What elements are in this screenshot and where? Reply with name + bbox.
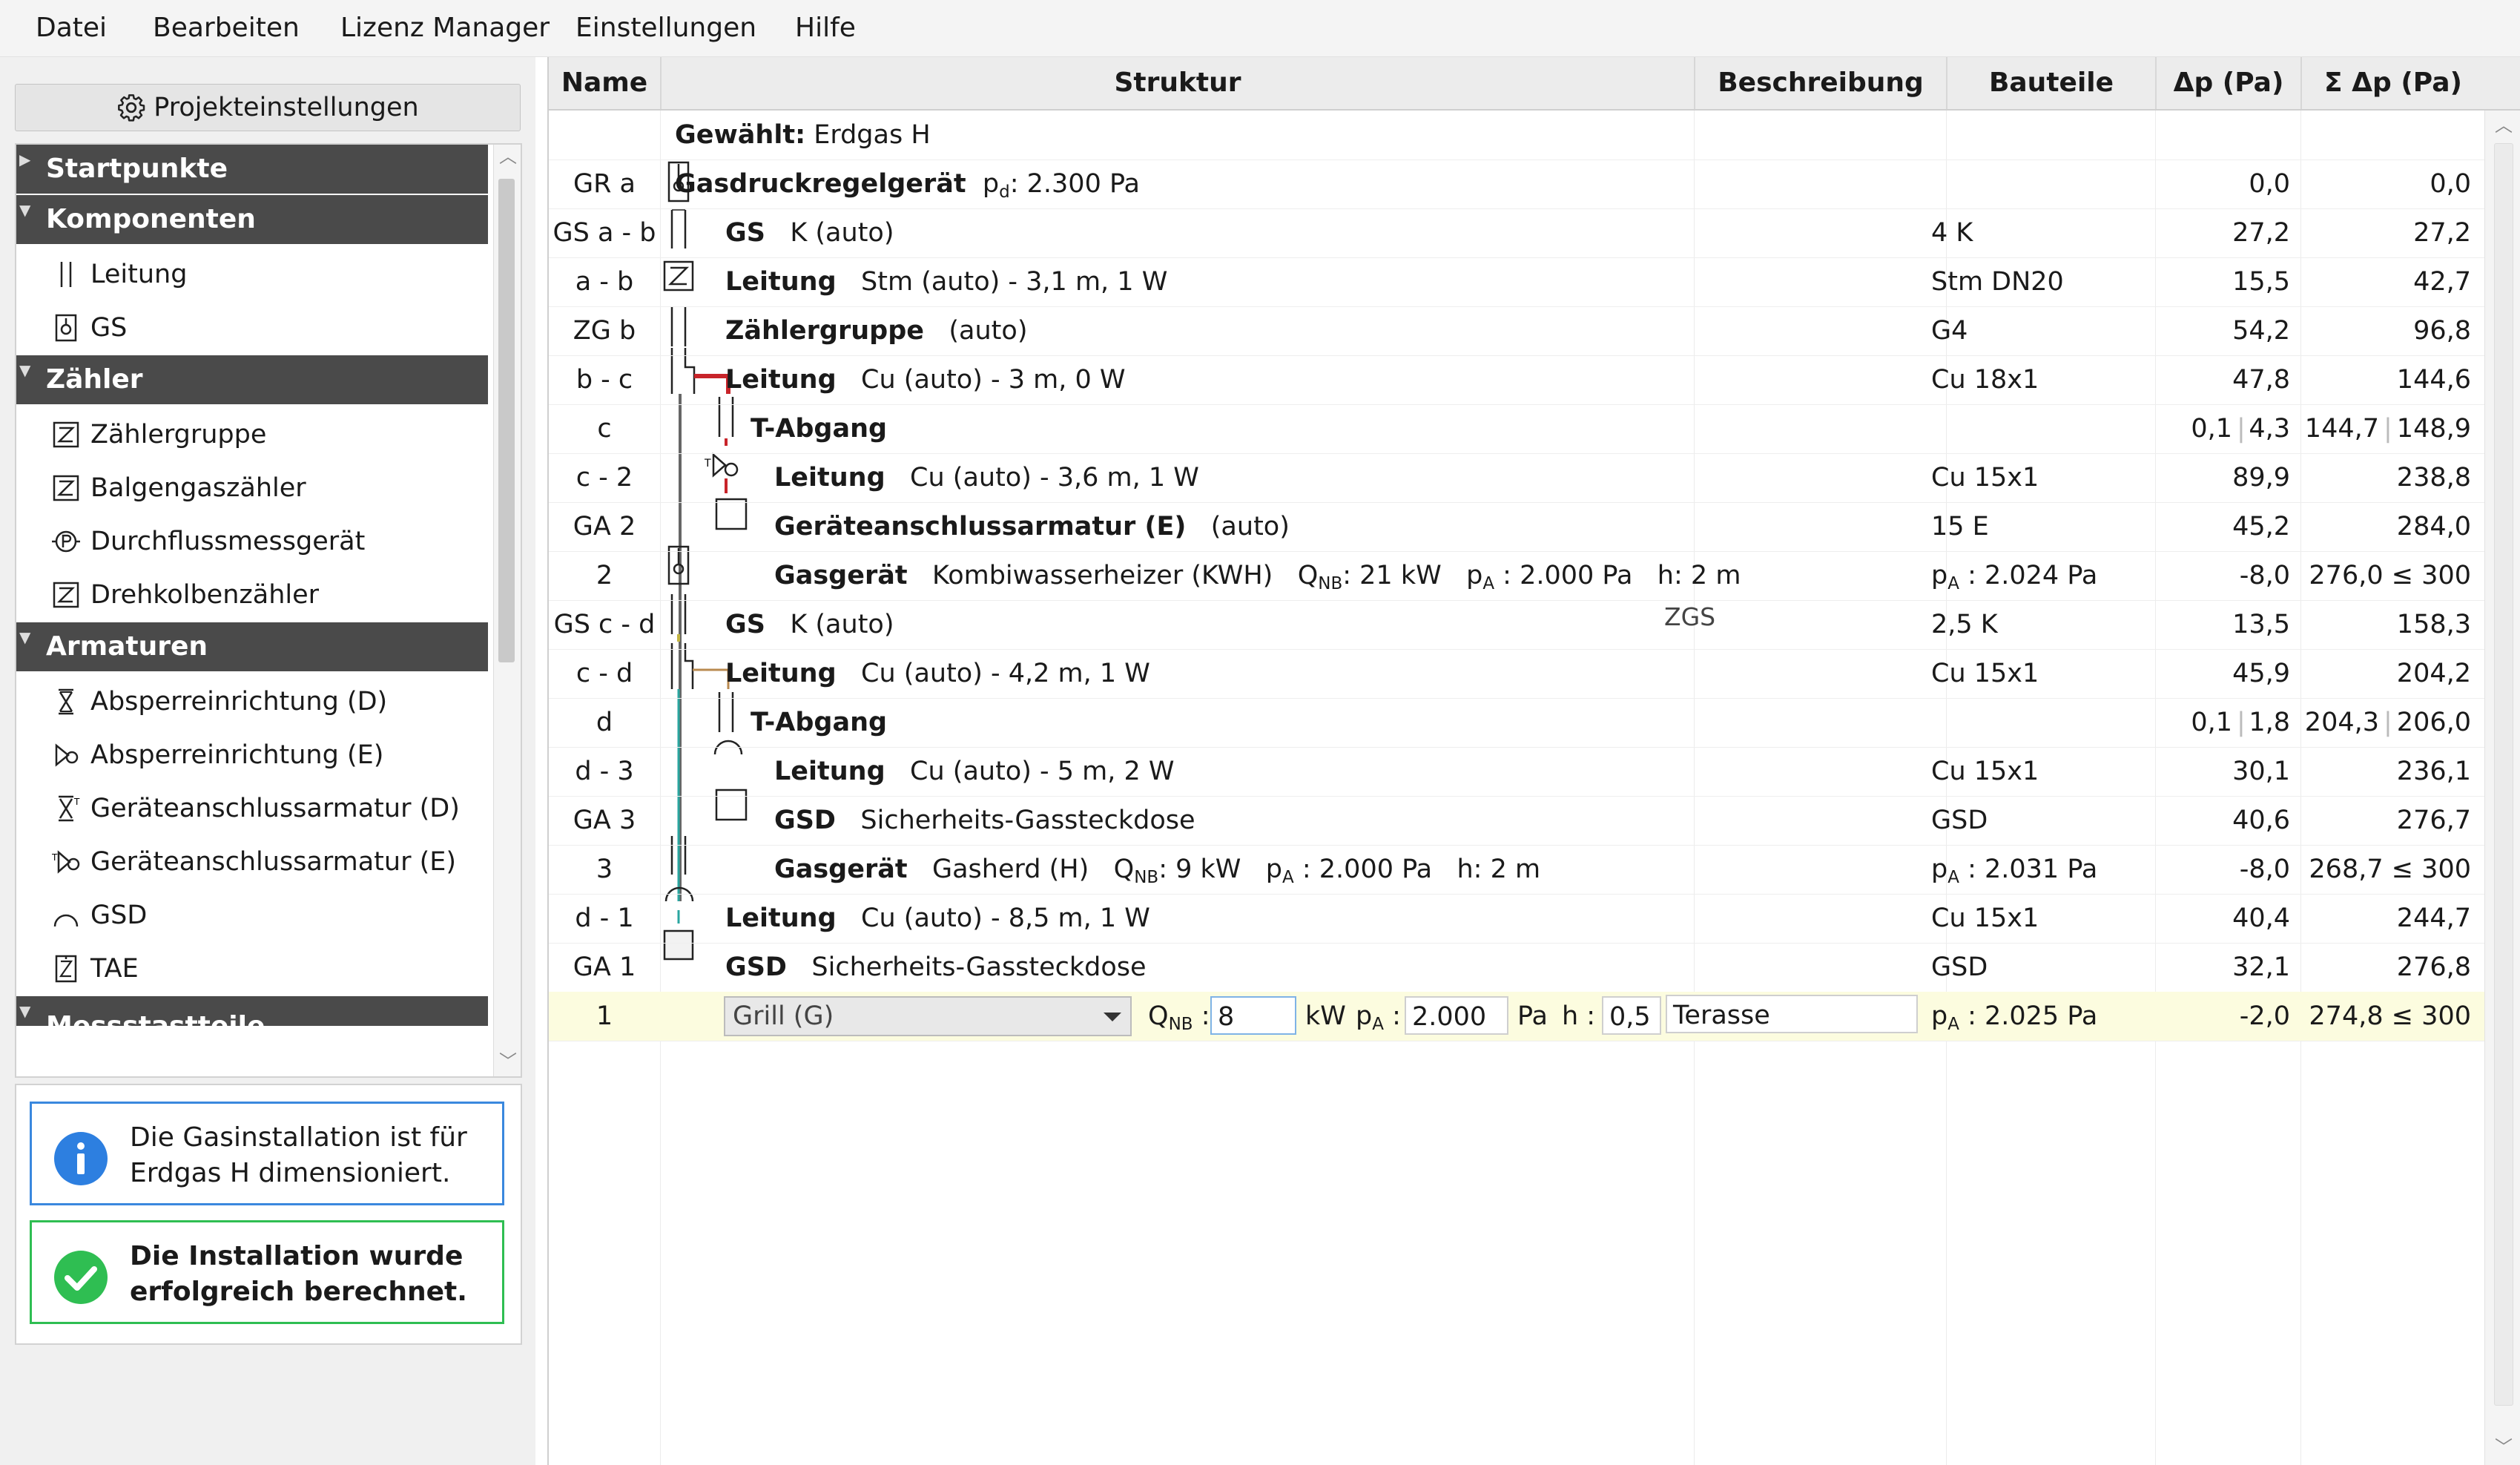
table-scrollbar[interactable]: ︿ ﹀	[2484, 111, 2520, 1465]
chevron-down-icon	[1104, 1013, 1121, 1021]
table-row[interactable]: c - d Leitung Cu (auto) - 4,2 m, 1 W Cu …	[549, 649, 2484, 699]
menu-hilfe[interactable]: Hilfe	[795, 12, 856, 45]
table-row[interactable]: 3 Gasgerät Gasherd (H) QNB: 9 kW pA : 2.…	[549, 845, 2484, 895]
palette-item-gs[interactable]: GS	[16, 302, 488, 354]
valve-straight-icon: T	[59, 795, 80, 822]
project-settings-label: Projekteinstellungen	[154, 93, 419, 122]
meter-z-icon	[53, 582, 79, 608]
description-zgs: ZGS	[1664, 602, 1716, 631]
pipe-icon	[60, 262, 72, 287]
svg-text:T: T	[52, 852, 58, 863]
palette-item-durchflussmessgeraet[interactable]: Durchflussmessgerät	[16, 516, 488, 567]
meter-z-icon	[53, 421, 79, 448]
menu-datei[interactable]: Datei	[36, 12, 107, 45]
table-header: Name Struktur Beschreibung Bauteile Δp (…	[549, 57, 2520, 111]
header-dp[interactable]: Δp (Pa)	[2157, 57, 2302, 109]
table-row[interactable]: GR a Gasdruckregelgerät pd: 2.300 Pa 0,0…	[549, 159, 2484, 209]
success-message-line-1: Die Installation wurde	[130, 1241, 464, 1271]
collapse-triangle-icon: ▼	[19, 201, 31, 219]
calculation-table: Name Struktur Beschreibung Bauteile Δp (…	[547, 57, 2520, 1465]
header-sum-dp[interactable]: Σ Δp (Pa)	[2302, 57, 2484, 109]
palette-item-absperreinrichtung-e[interactable]: Absperreinrichtung (E)	[16, 729, 488, 781]
category-armaturen[interactable]: ▼ Armaturen	[16, 622, 488, 671]
info-message-line-2: Erdgas H dimensioniert.	[130, 1158, 451, 1188]
table-row[interactable]: ZG b Zählergruppe (auto) G4 54,2 96,8	[549, 306, 2484, 356]
table-row[interactable]: d - 1 Leitung Cu (auto) - 8,5 m, 1 W Cu …	[549, 894, 2484, 944]
category-zaehler[interactable]: ▼ Zähler	[16, 355, 488, 404]
table-row[interactable]: GA 1 GSD Sicherheits-Gassteckdose GSD 32…	[549, 943, 2484, 992]
table-row[interactable]: d T-Abgang 0,1 | 1,8 204,3 | 206,0	[549, 698, 2484, 748]
header-bauteile[interactable]: Bauteile	[1947, 57, 2157, 109]
header-struktur[interactable]: Struktur	[662, 57, 1695, 109]
palette-item-tae[interactable]: TAE	[16, 943, 488, 995]
project-settings-button[interactable]: Projekteinstellungen	[15, 84, 521, 131]
tae-icon	[55, 955, 77, 983]
menu-lizenz-manager[interactable]: Lizenz Manager	[340, 12, 550, 45]
table-row[interactable]: GS a - b GS K (auto) 4 K 27,2 27,2	[549, 208, 2484, 258]
info-message: Die Gasinstallation ist für Erdgas H dim…	[30, 1102, 504, 1205]
scroll-up-arrow-icon[interactable]: ︿	[499, 148, 517, 165]
info-message-line-1: Die Gasinstallation ist für	[130, 1122, 467, 1153]
table-row[interactable]: GS c - d GS K (auto) ZGS 2,5 K 13,5 158,…	[549, 600, 2484, 650]
valve-angle-icon: T	[52, 850, 80, 874]
scrollbar-thumb[interactable]	[498, 179, 515, 662]
table-body: T Gewählt: Erdgas H GR a Gasdruckregelge…	[549, 111, 2484, 1465]
valve-angle-icon	[55, 743, 79, 767]
palette-item-geraeteanschlussarmatur-e[interactable]: T Geräteanschlussarmatur (E)	[16, 836, 488, 888]
sidebar: Projekteinstellungen ▶ Startpunkte ▼ Kom…	[0, 57, 535, 1465]
collapse-triangle-icon: ▼	[19, 361, 31, 379]
gas-flow-stop-icon	[55, 314, 77, 342]
expand-triangle-icon: ▶	[19, 151, 31, 168]
info-icon	[54, 1132, 108, 1185]
palette-item-absperreinrichtung-d[interactable]: Absperreinrichtung (D)	[16, 676, 488, 728]
qnb-input[interactable]: 8	[1210, 996, 1296, 1035]
height-input[interactable]: 0,5	[1602, 996, 1661, 1035]
table-row[interactable]: GA 3 GSD Sicherheits-Gassteckdose GSD 40…	[549, 796, 2484, 846]
header-name[interactable]: Name	[549, 57, 662, 109]
scroll-down-arrow-icon[interactable]: ﹀	[499, 1053, 517, 1070]
menu-bearbeiten[interactable]: Bearbeiten	[153, 12, 300, 45]
palette-item-zaehlergruppe[interactable]: Zählergruppe	[16, 409, 488, 461]
palette-item-leitung[interactable]: Leitung	[16, 248, 488, 300]
success-message: Die Installation wurde erfolgreich berec…	[30, 1220, 504, 1324]
table-row[interactable]: a - b Leitung Stm (auto) - 3,1 m, 1 W St…	[549, 257, 2484, 307]
scroll-up-arrow-icon[interactable]: ︿	[2495, 116, 2513, 134]
collapse-triangle-icon: ▼	[19, 1002, 31, 1020]
flowmeter-p-icon	[52, 530, 80, 553]
table-row[interactable]: d - 3 Leitung Cu (auto) - 5 m, 2 W Cu 15…	[549, 747, 2484, 797]
svg-text:T: T	[73, 797, 80, 807]
component-palette: ▶ Startpunkte ▼ Komponenten Leitung GS ▼…	[15, 143, 522, 1078]
palette-item-drehkolbenzaehler[interactable]: Drehkolbenzähler	[16, 569, 488, 621]
table-row[interactable]: GA 2 Geräteanschlussarmatur (E) (auto) 1…	[549, 502, 2484, 552]
palette-item-balgengaszaehler[interactable]: Balgengaszähler	[16, 462, 488, 514]
gas-socket-icon	[53, 914, 79, 927]
description-input[interactable]: Terasse	[1666, 995, 1918, 1033]
table-row-editing[interactable]: 1 Grill (G) QNB : 8 kW pA : 2.000 Pa h :…	[549, 992, 2484, 1041]
table-row[interactable]: Gewählt: Erdgas H	[549, 111, 2484, 160]
palette-scrollbar[interactable]: ︿ ﹀	[493, 145, 521, 1076]
table-row[interactable]: 2 Gasgerät Kombiwasserheizer (KWH) QNB: …	[549, 551, 2484, 601]
success-message-line-2: erfolgreich berechnet.	[130, 1277, 467, 1307]
table-row[interactable]: b - c Leitung Cu (auto) - 3 m, 0 W Cu 18…	[549, 355, 2484, 405]
table-row[interactable]: c - 2 Leitung Cu (auto) - 3,6 m, 1 W Cu …	[549, 453, 2484, 503]
menu-bar: Datei Bearbeiten Lizenz Manager Einstell…	[0, 0, 2520, 57]
valve-straight-icon	[59, 688, 73, 715]
scroll-down-arrow-icon[interactable]: ﹀	[2495, 1438, 2513, 1456]
category-komponenten[interactable]: ▼ Komponenten	[16, 195, 488, 244]
check-icon	[54, 1251, 108, 1304]
table-row[interactable]: c T-Abgang 0,1 | 4,3 144,7 | 148,9	[549, 404, 2484, 454]
scrollbar-thumb[interactable]	[2494, 143, 2513, 1406]
pa-input[interactable]: 2.000	[1405, 996, 1508, 1035]
palette-item-geraeteanschlussarmatur-d[interactable]: T Geräteanschlussarmatur (D)	[16, 783, 488, 834]
appliance-type-select[interactable]: Grill (G)	[724, 996, 1132, 1036]
collapse-triangle-icon: ▼	[19, 628, 31, 646]
menu-einstellungen[interactable]: Einstellungen	[575, 12, 756, 45]
gear-icon	[118, 94, 145, 122]
category-startpunkte[interactable]: ▶ Startpunkte	[16, 145, 488, 194]
palette-item-gsd[interactable]: GSD	[16, 889, 488, 941]
header-beschreibung[interactable]: Beschreibung	[1695, 57, 1947, 109]
category-next-cutoff[interactable]: ▼ Messstastteile	[16, 996, 488, 1026]
meter-z-icon	[53, 475, 79, 501]
